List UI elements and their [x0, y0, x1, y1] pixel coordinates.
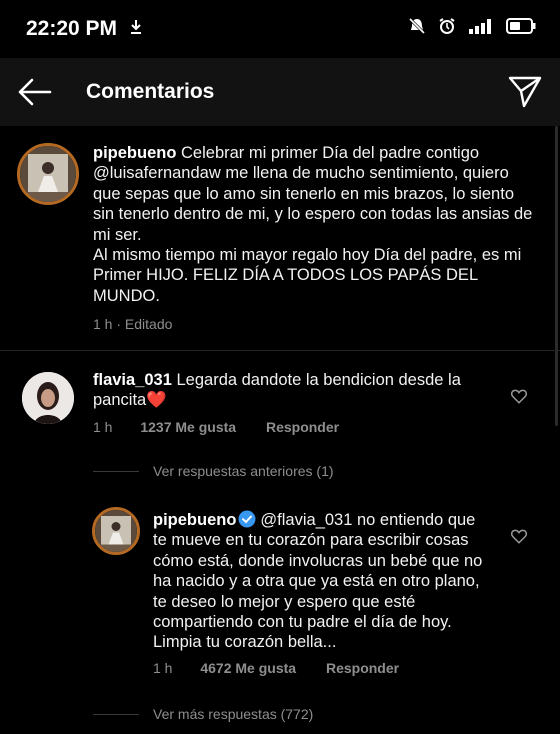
- divider: [0, 350, 560, 351]
- avatar[interactable]: [22, 372, 74, 424]
- comment-meta: 1 h 1237 Me gusta Responder: [93, 419, 339, 435]
- like-heart-icon[interactable]: [510, 387, 528, 405]
- reply-time: 1 h: [153, 660, 173, 676]
- status-bar: 22:20 PM: [0, 0, 560, 58]
- battery-icon: [506, 18, 536, 34]
- view-more-replies[interactable]: Ver más respuestas (772): [153, 706, 313, 722]
- back-arrow-icon[interactable]: [16, 76, 52, 108]
- caption-text-3: Al mismo tiempo mi mayor regalo hoy Día …: [93, 246, 522, 305]
- avatar[interactable]: [17, 143, 79, 205]
- avatar-image: [95, 510, 137, 552]
- post-caption: pipebueno Celebrar mi primer Día del pad…: [93, 143, 533, 306]
- like-heart-icon[interactable]: [510, 527, 528, 545]
- verified-badge-icon: [238, 510, 256, 528]
- alarm-icon: [439, 18, 455, 34]
- app-bar: Comentarios: [0, 58, 560, 126]
- reply-reply-button[interactable]: Responder: [326, 660, 399, 676]
- caption-edited: · Editado: [112, 316, 173, 332]
- reply-likes[interactable]: 4672 Me gusta: [200, 660, 296, 676]
- status-time: 22:20 PM: [26, 17, 118, 40]
- caption-text-1: Celebrar mi primer Día del padre contigo: [176, 144, 480, 162]
- mute-icon: [408, 17, 426, 35]
- view-previous-replies[interactable]: Ver respuestas anteriores (1): [153, 463, 334, 479]
- comment-reply-button[interactable]: Responder: [266, 419, 339, 435]
- caption-time: 1 h: [93, 316, 113, 332]
- page-title: Comentarios: [86, 80, 215, 103]
- comment-time: 1 h: [93, 419, 113, 435]
- download-icon: [131, 20, 141, 34]
- reply-username[interactable]: pipebueno: [153, 511, 236, 529]
- status-icons: [408, 17, 536, 35]
- scrollbar[interactable]: [555, 126, 558, 426]
- avatar-image: [22, 372, 74, 424]
- heart-emoji: ❤️: [146, 391, 167, 410]
- direct-send-icon[interactable]: [506, 72, 544, 110]
- avatar[interactable]: [92, 507, 140, 555]
- caption-mention[interactable]: @luisafernandaw: [93, 164, 221, 182]
- signal-icon: [469, 19, 491, 34]
- reply-text: pipebueno @flavia_031 no entiendo que te…: [153, 510, 493, 653]
- comment-text: flavia_031 Legarda dandote la bendicion …: [93, 370, 493, 411]
- reply-body: no entiendo que te mueve en tu corazón p…: [153, 511, 483, 652]
- reply-mention[interactable]: @flavia_031: [260, 511, 352, 529]
- comment-username[interactable]: flavia_031: [93, 371, 172, 389]
- thread-line: [93, 714, 139, 715]
- caption-meta: 1 h · Editado: [93, 316, 172, 332]
- thread-line: [93, 471, 139, 472]
- avatar-image: [20, 146, 76, 202]
- reply-meta: 1 h 4672 Me gusta Responder: [153, 660, 399, 676]
- caption-username[interactable]: pipebueno: [93, 144, 176, 162]
- comment-likes[interactable]: 1237 Me gusta: [140, 419, 236, 435]
